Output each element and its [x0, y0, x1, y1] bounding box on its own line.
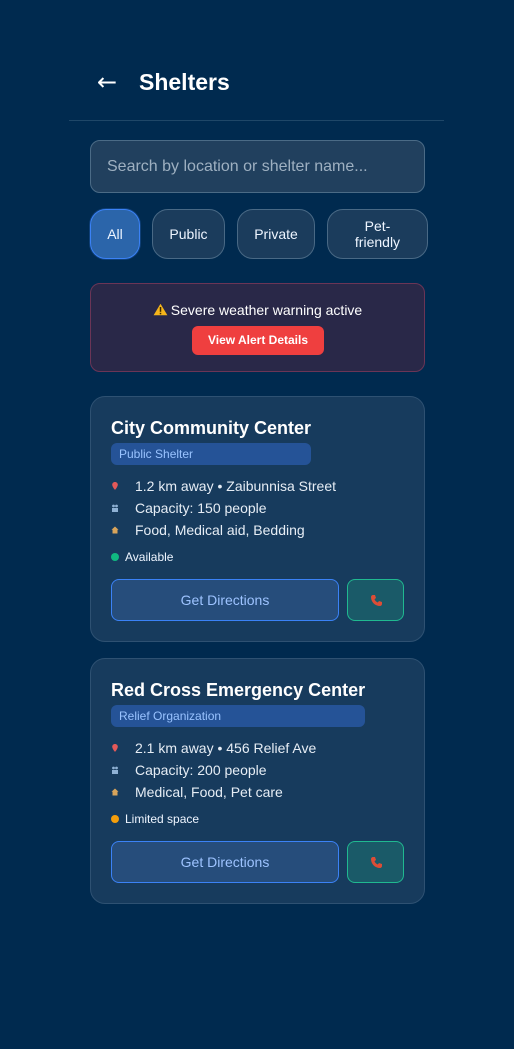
- filter-chip-private[interactable]: Private: [237, 209, 315, 259]
- filter-chip-public[interactable]: Public: [152, 209, 225, 259]
- get-directions-button[interactable]: Get Directions: [111, 841, 339, 883]
- phone-icon: [371, 857, 382, 868]
- filter-chip-label: Public: [169, 226, 208, 242]
- weather-alert-banner: Severe weather warning active View Alert…: [90, 283, 425, 372]
- search-input[interactable]: [90, 140, 425, 193]
- amenities-text: Food, Medical aid, Bedding: [135, 522, 305, 538]
- capacity-text: Capacity: 200 people: [135, 762, 267, 778]
- filter-chip-label: Private: [254, 226, 298, 242]
- location-pin-icon: [112, 482, 118, 490]
- alert-text: Severe weather warning active: [170, 302, 363, 318]
- call-button[interactable]: [347, 579, 404, 621]
- phone-icon: [371, 595, 382, 606]
- status-text: Available: [125, 550, 174, 564]
- filter-chip-label: All: [107, 226, 123, 242]
- page-title: Shelters: [139, 69, 230, 95]
- shelters-screen: ← Shelters All Public Private Pet- frien…: [0, 0, 514, 1049]
- people-icon: [112, 766, 118, 774]
- house-icon: [111, 788, 119, 796]
- distance-address: 1.2 km away • Zaibunnisa Street: [135, 478, 336, 494]
- view-alert-details-button[interactable]: View Alert Details: [192, 326, 324, 355]
- status-dot: [111, 553, 119, 561]
- capacity-text: Capacity: 150 people: [135, 500, 267, 516]
- location-pin-icon: [112, 744, 118, 752]
- status-dot: [111, 815, 119, 823]
- shelter-card: Red Cross Emergency Center Relief Organi…: [90, 658, 425, 904]
- shelter-type-badge: Relief Organization: [111, 705, 365, 727]
- house-icon: [111, 526, 119, 534]
- shelter-type-badge: Public Shelter: [111, 443, 311, 465]
- filter-chip-label: Pet- friendly: [354, 218, 401, 250]
- get-directions-button[interactable]: Get Directions: [111, 579, 339, 621]
- filter-chip-all[interactable]: All: [90, 209, 140, 259]
- status-text: Limited space: [125, 812, 200, 826]
- distance-address: 2.1 km away • 456 Relief Ave: [135, 740, 317, 756]
- alert-message: Severe weather warning active: [91, 301, 424, 319]
- amenities-text: Medical, Food, Pet care: [135, 784, 283, 800]
- shelter-name: Red Cross Emergency Center: [111, 680, 366, 700]
- shelter-name: City Community Center: [111, 418, 312, 438]
- filter-chip-pet-friendly[interactable]: Pet- friendly: [327, 209, 428, 259]
- back-arrow-icon[interactable]: ←: [93, 68, 121, 96]
- shelter-card: City Community Center Public Shelter 1.2…: [90, 396, 425, 642]
- warning-icon: [153, 303, 168, 316]
- header: ← Shelters: [69, 52, 444, 121]
- people-icon: [112, 504, 118, 512]
- filter-chip-group: All Public Private Pet- friendly: [90, 209, 430, 259]
- call-button[interactable]: [347, 841, 404, 883]
